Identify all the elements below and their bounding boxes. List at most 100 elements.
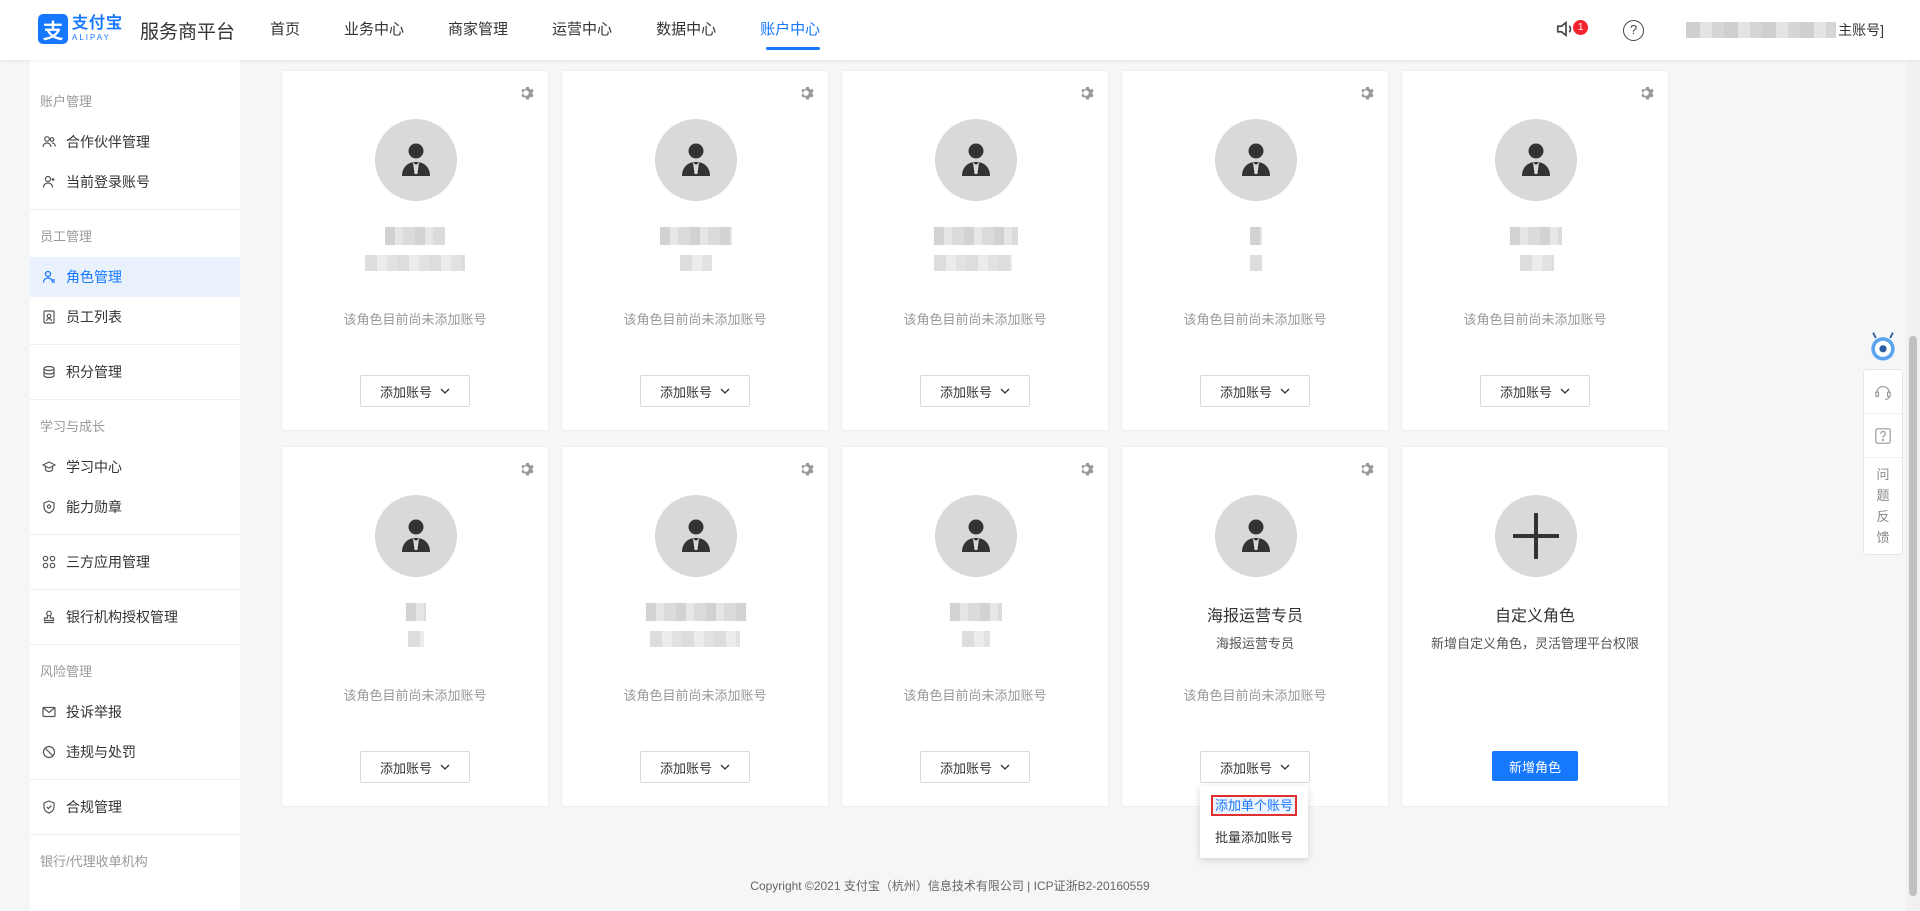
- masked-role-desc: [680, 255, 712, 271]
- masked-role-name: [1250, 227, 1262, 245]
- sidebar-item-staff-list[interactable]: 员工列表: [30, 297, 240, 337]
- stamp-icon: [42, 610, 56, 624]
- account-menu[interactable]: 主账号]: [1686, 20, 1884, 40]
- ban-icon: [42, 745, 56, 759]
- avatar: [655, 495, 737, 577]
- scrollbar-thumb[interactable]: [1909, 336, 1917, 896]
- nav-home[interactable]: 首页: [270, 0, 300, 60]
- add-account-label: 添加账号: [659, 760, 712, 776]
- partners-icon: [42, 135, 56, 149]
- add-account-button[interactable]: 添加账号: [920, 375, 1030, 407]
- role-name: 海报运营专员: [1206, 608, 1303, 625]
- empty-account-tip: 该角色目前尚未添加账号: [903, 312, 1047, 327]
- gear-icon[interactable]: [1078, 85, 1094, 101]
- avatar: [935, 495, 1017, 577]
- notification-badge: 1: [1573, 20, 1589, 35]
- sidebar-group-bank: 银行/代理收单机构: [40, 854, 148, 869]
- divider: [30, 344, 240, 345]
- sidebar-item-label: 合作伙伴管理: [66, 134, 150, 150]
- add-account-button[interactable]: 添加账号: [1480, 375, 1590, 407]
- sidebar-item-third-party[interactable]: 三方应用管理: [30, 542, 240, 582]
- masked-role-name: [950, 603, 1002, 621]
- gear-icon[interactable]: [1078, 461, 1094, 477]
- scrollbar[interactable]: [1906, 60, 1920, 911]
- sidebar-item-partner[interactable]: 合作伙伴管理: [30, 122, 240, 162]
- role-card: 该角色目前尚未添加账号 添加账号: [561, 70, 829, 431]
- nav-data-center[interactable]: 数据中心: [656, 0, 716, 60]
- role-card: 该角色目前尚未添加账号 添加账号: [1401, 70, 1669, 431]
- sidebar-item-complaint[interactable]: 投诉举报: [30, 692, 240, 732]
- add-role-button[interactable]: 新增角色: [1492, 751, 1578, 781]
- alipay-logo[interactable]: 支 支付宝 ALIPAY: [38, 14, 123, 44]
- role-card: 该角色目前尚未添加账号 添加账号: [1121, 70, 1389, 431]
- masked-role-name: [660, 227, 732, 245]
- add-account-button[interactable]: 添加账号: [1200, 751, 1310, 783]
- empty-account-tip: 该角色目前尚未添加账号: [343, 688, 487, 703]
- sidebar-item-points[interactable]: 积分管理: [30, 352, 240, 392]
- feedback-button[interactable]: 问 题 反 馈: [1864, 458, 1902, 554]
- sidebar-item-learning-center[interactable]: 学习中心: [30, 447, 240, 487]
- sidebar-item-compliance[interactable]: 合规管理: [30, 787, 240, 827]
- notification-button[interactable]: 1: [1555, 18, 1589, 42]
- gear-icon[interactable]: [1358, 461, 1374, 477]
- sidebar-item-label: 合规管理: [66, 799, 122, 815]
- sidebar-item-role[interactable]: 角色管理: [30, 257, 240, 297]
- role-card: 该角色目前尚未添加账号 添加账号: [841, 446, 1109, 807]
- add-account-button[interactable]: 添加账号: [1200, 375, 1310, 407]
- avatar: [1215, 495, 1297, 577]
- user-suit-icon: [402, 519, 430, 552]
- nav-merchant-management[interactable]: 商家管理: [448, 0, 508, 60]
- gear-icon[interactable]: [518, 85, 534, 101]
- add-account-button[interactable]: 添加账号: [640, 751, 750, 783]
- empty-account-tip: 该角色目前尚未添加账号: [1463, 312, 1607, 327]
- empty-account-tip: 该角色目前尚未添加账号: [903, 688, 1047, 703]
- gear-icon[interactable]: [798, 85, 814, 101]
- add-account-button[interactable]: 添加账号: [920, 751, 1030, 783]
- add-account-button[interactable]: 添加账号: [360, 751, 470, 783]
- feedback-char: 馈: [1876, 530, 1890, 545]
- nav-operation-center[interactable]: 运营中心: [552, 0, 612, 60]
- masked-role-name: [934, 227, 1018, 245]
- divider: [30, 834, 240, 835]
- add-account-button[interactable]: 添加账号: [640, 375, 750, 407]
- sidebar-item-label: 银行机构授权管理: [66, 609, 178, 625]
- gear-icon[interactable]: [518, 461, 534, 477]
- graduation-cap-icon: [42, 460, 56, 474]
- user-suit-icon: [682, 143, 710, 176]
- chevron-down-icon: [1280, 764, 1290, 770]
- role-card: 该角色目前尚未添加账号 添加账号: [561, 446, 829, 807]
- coins-icon: [42, 365, 56, 379]
- account-suffix: 主账号]: [1838, 22, 1884, 38]
- feedback-char: 反: [1876, 509, 1890, 524]
- robot-assistant-icon[interactable]: [1863, 327, 1903, 367]
- sidebar-item-violation[interactable]: 违规与处罚: [30, 732, 240, 772]
- add-single-account-option[interactable]: 添加单个账号: [1200, 790, 1308, 822]
- divider: [30, 589, 240, 590]
- sidebar-item-label: 当前登录账号: [66, 174, 150, 190]
- custom-role-card: 自定义角色 新增自定义角色，灵活管理平台权限 新增角色: [1401, 446, 1669, 807]
- nav-account-center[interactable]: 账户中心: [760, 0, 821, 60]
- add-account-label: 添加账号: [1499, 384, 1552, 400]
- sidebar-item-login-account[interactable]: 当前登录账号: [30, 162, 240, 202]
- plus-icon[interactable]: [1495, 495, 1577, 577]
- masked-role-desc: [365, 255, 465, 271]
- add-account-button[interactable]: 添加账号: [360, 375, 470, 407]
- add-account-label: 添加账号: [939, 760, 992, 776]
- nav-business-center[interactable]: 业务中心: [344, 0, 404, 60]
- id-card-icon: [42, 310, 56, 324]
- batch-add-account-option[interactable]: 批量添加账号: [1200, 822, 1308, 854]
- divider: [30, 779, 240, 780]
- help-question-icon[interactable]: [1864, 414, 1902, 458]
- main-nav: 首页 业务中心 商家管理 运营中心 数据中心 账户中心: [270, 0, 864, 60]
- gear-icon[interactable]: [1358, 85, 1374, 101]
- help-icon[interactable]: ?: [1623, 19, 1645, 41]
- sidebar-item-badge[interactable]: 能力勋章: [30, 487, 240, 527]
- user-suit-icon: [682, 519, 710, 552]
- customer-service-icon[interactable]: [1864, 370, 1902, 414]
- user-suit-icon: [402, 143, 430, 176]
- sidebar-item-bank-auth[interactable]: 银行机构授权管理: [30, 597, 240, 637]
- custom-role-title: 自定义角色: [1494, 608, 1575, 625]
- mail-icon: [42, 705, 56, 719]
- gear-icon[interactable]: [798, 461, 814, 477]
- gear-icon[interactable]: [1638, 85, 1654, 101]
